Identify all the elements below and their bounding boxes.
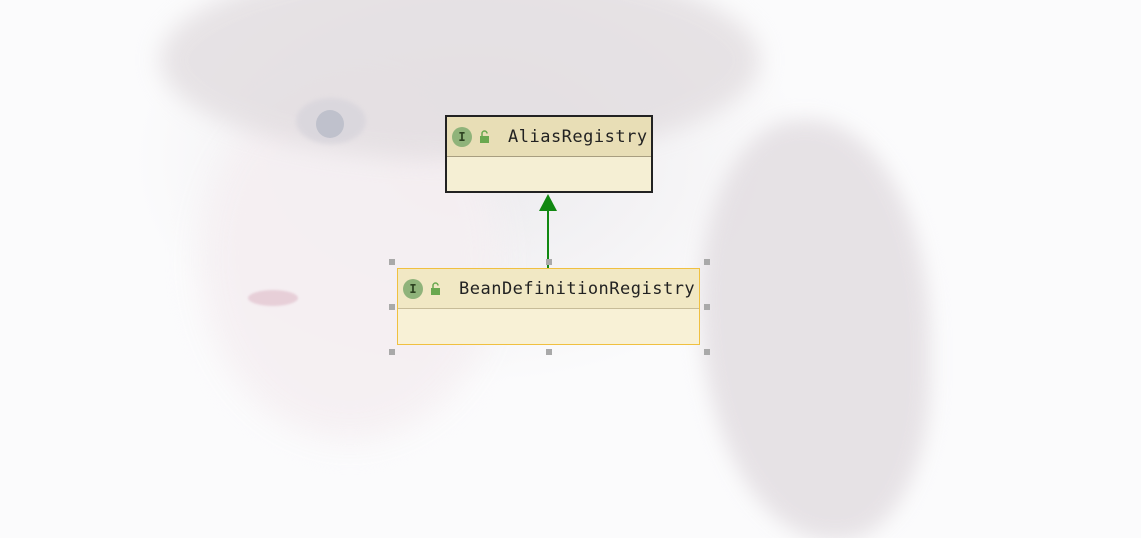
resize-handle-right[interactable]: [704, 304, 710, 310]
class-name: AliasRegistry: [508, 126, 648, 147]
public-lock-icon: [431, 281, 440, 295]
interface-icon: I: [403, 278, 423, 299]
resize-handle-top-right[interactable]: [704, 259, 710, 265]
class-body: [398, 309, 699, 344]
class-box-alias-registry[interactable]: I AliasRegistry: [445, 115, 653, 193]
class-header: I BeanDefinitionRegistry: [398, 269, 699, 309]
class-header: I AliasRegistry: [447, 117, 651, 157]
diagram-canvas[interactable]: I AliasRegistry I BeanDefinitionRegistry: [0, 0, 1141, 538]
resize-handle-bottom-right[interactable]: [704, 349, 710, 355]
interface-icon: I: [452, 126, 472, 147]
resize-handle-bottom-left[interactable]: [389, 349, 395, 355]
public-lock-icon: [480, 129, 489, 143]
class-body: [447, 157, 651, 191]
arrow-head: [539, 194, 557, 211]
class-box-bean-definition-registry[interactable]: I BeanDefinitionRegistry: [397, 268, 700, 345]
class-name: BeanDefinitionRegistry: [459, 278, 696, 299]
resize-handle-top[interactable]: [546, 259, 552, 265]
resize-handle-bottom[interactable]: [546, 349, 552, 355]
resize-handle-top-left[interactable]: [389, 259, 395, 265]
resize-handle-left[interactable]: [389, 304, 395, 310]
